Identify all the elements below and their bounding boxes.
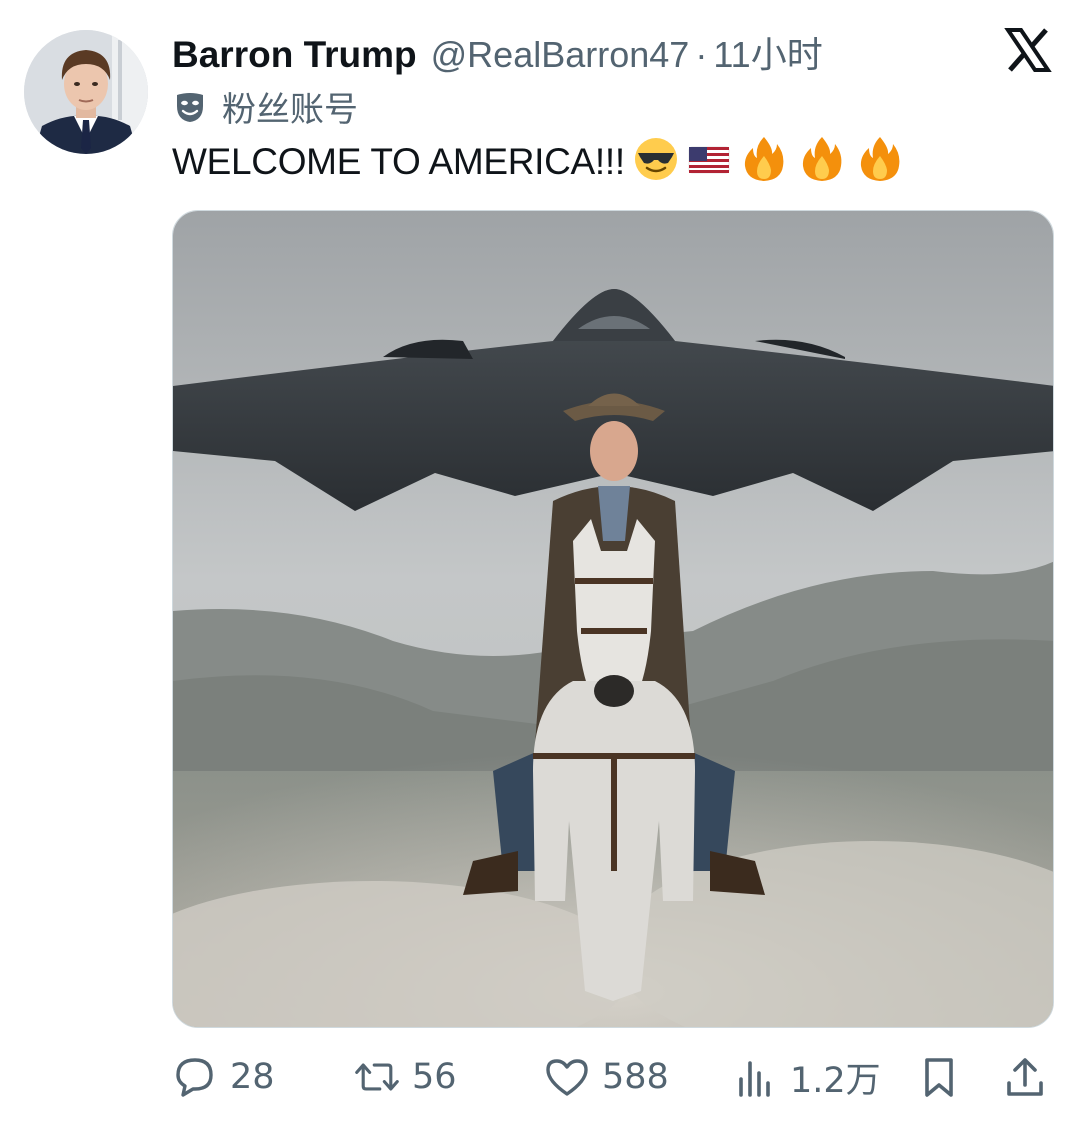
repost-count: 56 (412, 1057, 457, 1097)
analytics-bar-icon (732, 1054, 778, 1100)
account-label-row: 粉丝账号 (172, 82, 358, 131)
reply-count: 28 (230, 1057, 275, 1097)
share-button[interactable] (1002, 1052, 1048, 1102)
like-button[interactable]: 588 (544, 1052, 669, 1102)
repost-icon (354, 1054, 400, 1100)
tweet-media-image[interactable] (172, 210, 1054, 1028)
account-label: 粉丝账号 (222, 90, 358, 130)
fire-icon (797, 134, 847, 189)
us-flag-icon (687, 137, 731, 186)
fire-icon (739, 134, 789, 189)
repost-button[interactable]: 56 (354, 1052, 457, 1102)
heart-icon (544, 1054, 590, 1100)
user-handle[interactable]: @RealBarron47 (431, 34, 690, 76)
tweet-card: Barron Trump @RealBarron47 · 11小时 粉丝账号 W… (0, 0, 1080, 1137)
bookmark-button[interactable] (916, 1052, 962, 1102)
x-logo-icon[interactable] (1004, 26, 1052, 74)
share-icon (1002, 1054, 1048, 1100)
display-name[interactable]: Barron Trump (172, 34, 417, 76)
tweet-body: WELCOME TO AMERICA!!! (172, 134, 905, 189)
view-count: 1.2万 (790, 1060, 881, 1101)
timestamp[interactable]: 11小时 (713, 26, 822, 78)
fire-icon (855, 134, 905, 189)
views-button[interactable]: 1.2万 (732, 1052, 881, 1102)
tweet-text: WELCOME TO AMERICA!!! (172, 140, 625, 182)
like-count: 588 (602, 1057, 669, 1097)
avatar[interactable] (24, 30, 148, 154)
bookmark-icon (916, 1054, 962, 1100)
theater-mask-icon (172, 89, 208, 125)
action-bar: 28 56 588 1.2万 (172, 1052, 1054, 1102)
separator-dot: · (695, 34, 708, 75)
smiling-face-with-sunglasses-icon (633, 136, 679, 187)
reply-button[interactable]: 28 (172, 1052, 275, 1102)
tweet-header: Barron Trump @RealBarron47 · 11小时 (172, 26, 823, 78)
reply-icon (172, 1054, 218, 1100)
